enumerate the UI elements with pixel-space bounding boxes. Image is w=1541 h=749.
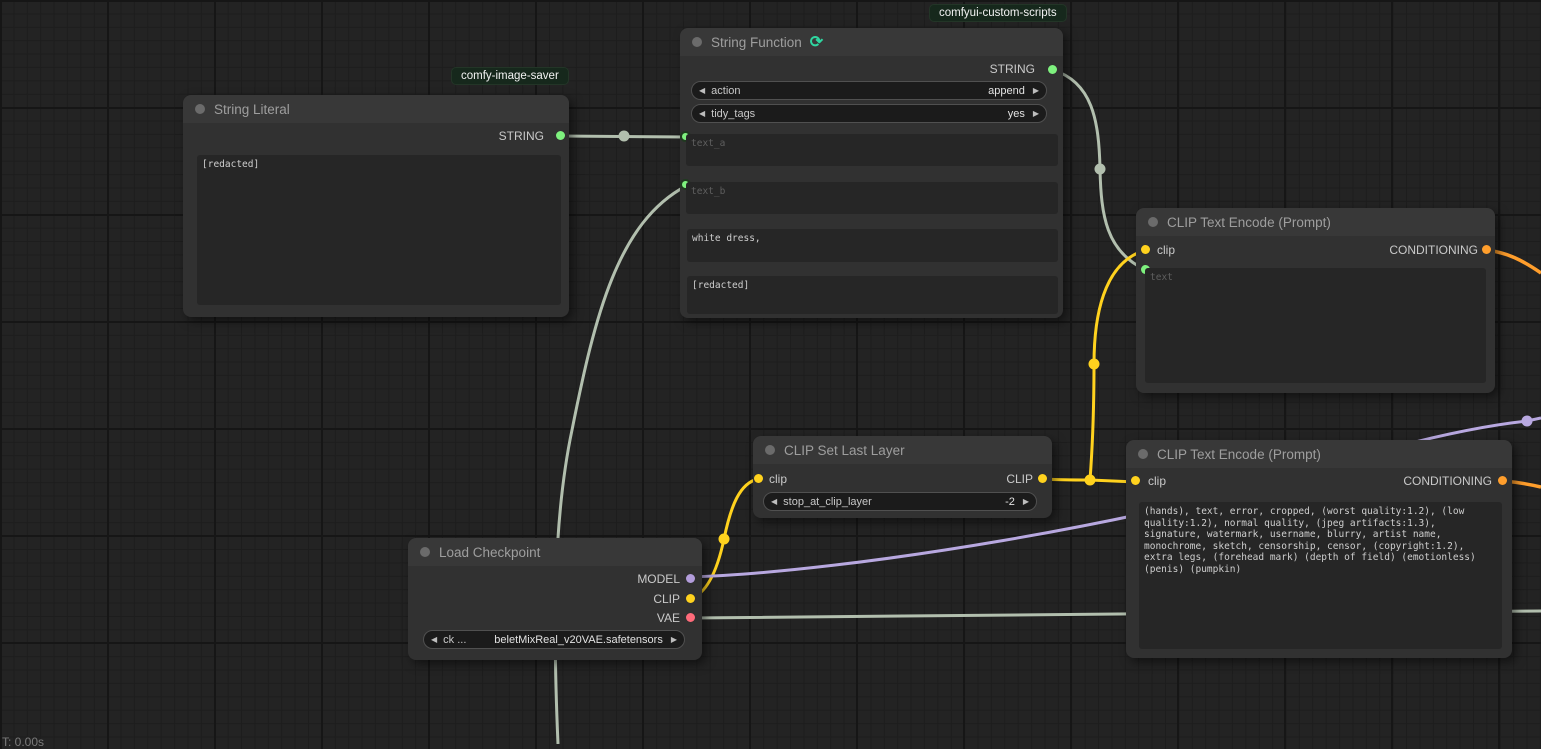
input-label-clip: clip — [1157, 243, 1175, 257]
reroute-dot[interactable] — [1522, 416, 1533, 427]
string-literal-textarea[interactable]: [redacted] — [197, 155, 561, 305]
widget-ckpt-name[interactable]: ◀ ck ... beletMixReal_v20VAE.safetensors… — [423, 630, 685, 649]
refresh-cycle-icon: ⟳ — [810, 32, 823, 52]
wire-string-to-text-b[interactable] — [555, 186, 686, 744]
widget-name: stop_at_clip_layer — [783, 496, 1005, 508]
output-slot-clip[interactable] — [686, 594, 695, 603]
widget-action[interactable]: ◀ action append ▶ — [691, 81, 1047, 100]
widget-tidy-tags[interactable]: ◀ tidy_tags yes ▶ — [691, 104, 1047, 123]
reroute-dot[interactable] — [1085, 475, 1096, 486]
node-title: String Function — [711, 35, 802, 50]
node-clip-text-encode-positive[interactable]: CLIP Text Encode (Prompt) clip CONDITION… — [1136, 208, 1495, 393]
node-title-bar[interactable]: String Literal — [183, 95, 569, 123]
text-b-textarea[interactable]: text_b — [686, 182, 1058, 214]
widget-value: append — [988, 85, 1025, 97]
widget-right-arrow-icon[interactable]: ▶ — [1033, 109, 1039, 118]
output-label-vae: VAE — [657, 611, 680, 625]
text-a-textarea[interactable]: text_a — [686, 134, 1058, 166]
input-label-clip: clip — [1148, 474, 1166, 488]
timing-status-text: T: 0.00s — [2, 735, 44, 749]
widget-right-arrow-icon[interactable]: ▶ — [1023, 497, 1029, 506]
output-slot-conditioning[interactable] — [1498, 476, 1507, 485]
output-label-clip: CLIP — [1006, 472, 1033, 486]
widget-left-arrow-icon[interactable]: ◀ — [771, 497, 777, 506]
widget-name: tidy_tags — [711, 108, 1008, 120]
output-label-string: STRING — [499, 129, 544, 143]
widget-value: beletMixReal_v20VAE.safetensors — [494, 634, 663, 646]
output-slot-string[interactable] — [1048, 65, 1057, 74]
output-label-clip: CLIP — [653, 592, 680, 606]
collapse-dot-icon[interactable] — [1148, 217, 1158, 227]
node-title: String Literal — [214, 102, 290, 117]
reroute-dot[interactable] — [1095, 164, 1106, 175]
node-load-checkpoint[interactable]: Load Checkpoint MODEL CLIP VAE ◀ ck ... … — [408, 538, 702, 660]
input-slot-clip[interactable] — [754, 474, 763, 483]
text-c-textarea[interactable]: white dress, — [687, 229, 1058, 262]
collapse-dot-icon[interactable] — [195, 104, 205, 114]
negative-prompt-textarea[interactable]: (hands), text, error, cropped, (worst qu… — [1139, 502, 1502, 649]
widget-name: ck ... — [443, 634, 494, 646]
output-label-string: STRING — [990, 62, 1035, 76]
reroute-dot[interactable] — [619, 131, 630, 142]
node-clip-set-last-layer[interactable]: CLIP Set Last Layer clip CLIP ◀ stop_at_… — [753, 436, 1052, 518]
widget-value: yes — [1008, 108, 1025, 120]
collapse-dot-icon[interactable] — [1138, 449, 1148, 459]
node-title: Load Checkpoint — [439, 545, 540, 560]
reroute-dot[interactable] — [1089, 359, 1100, 370]
widget-left-arrow-icon[interactable]: ◀ — [699, 109, 705, 118]
widget-stop-at-clip-layer[interactable]: ◀ stop_at_clip_layer -2 ▶ — [763, 492, 1037, 511]
output-slot-model[interactable] — [686, 574, 695, 583]
node-title: CLIP Text Encode (Prompt) — [1157, 447, 1321, 462]
input-slot-clip[interactable] — [1131, 476, 1140, 485]
widget-name: action — [711, 85, 988, 97]
node-title: CLIP Text Encode (Prompt) — [1167, 215, 1331, 230]
node-clip-text-encode-negative[interactable]: CLIP Text Encode (Prompt) clip CONDITION… — [1126, 440, 1512, 658]
reroute-dot[interactable] — [719, 534, 730, 545]
node-title-bar[interactable]: CLIP Text Encode (Prompt) — [1136, 208, 1495, 236]
output-slot-string[interactable] — [556, 131, 565, 140]
node-title-bar[interactable]: CLIP Set Last Layer — [753, 436, 1052, 464]
output-slot-clip[interactable] — [1038, 474, 1047, 483]
input-slot-clip[interactable] — [1141, 245, 1150, 254]
node-badge-comfyui-custom-scripts: comfyui-custom-scripts — [929, 4, 1067, 22]
node-string-function[interactable]: String Function ⟳ STRING ◀ action append… — [680, 28, 1063, 318]
widget-left-arrow-icon[interactable]: ◀ — [699, 86, 705, 95]
wire-conditioning-top-out[interactable] — [1487, 250, 1541, 273]
node-title-bar[interactable]: String Function ⟳ — [680, 28, 1063, 56]
collapse-dot-icon[interactable] — [420, 547, 430, 557]
output-label-conditioning: CONDITIONING — [1389, 243, 1478, 257]
output-label-conditioning: CONDITIONING — [1403, 474, 1492, 488]
result-textarea[interactable]: [redacted] — [687, 276, 1058, 314]
widget-right-arrow-icon[interactable]: ▶ — [1033, 86, 1039, 95]
node-badge-comfy-image-saver: comfy-image-saver — [451, 67, 569, 85]
widget-right-arrow-icon[interactable]: ▶ — [671, 635, 677, 644]
collapse-dot-icon[interactable] — [765, 445, 775, 455]
collapse-dot-icon[interactable] — [692, 37, 702, 47]
comfyui-canvas[interactable]: { "canvas": { "status_text": "T: 0.00s" … — [0, 0, 1541, 744]
node-title-bar[interactable]: Load Checkpoint — [408, 538, 702, 566]
widget-value: -2 — [1005, 496, 1015, 508]
input-label-clip: clip — [769, 472, 787, 486]
text-textarea[interactable]: text — [1145, 268, 1486, 383]
widget-left-arrow-icon[interactable]: ◀ — [431, 635, 437, 644]
node-string-literal[interactable]: String Literal STRING [redacted] — [183, 95, 569, 317]
output-slot-conditioning[interactable] — [1482, 245, 1491, 254]
output-label-model: MODEL — [637, 572, 680, 586]
output-slot-vae[interactable] — [686, 613, 695, 622]
node-title: CLIP Set Last Layer — [784, 443, 905, 458]
node-title-bar[interactable]: CLIP Text Encode (Prompt) — [1126, 440, 1512, 468]
